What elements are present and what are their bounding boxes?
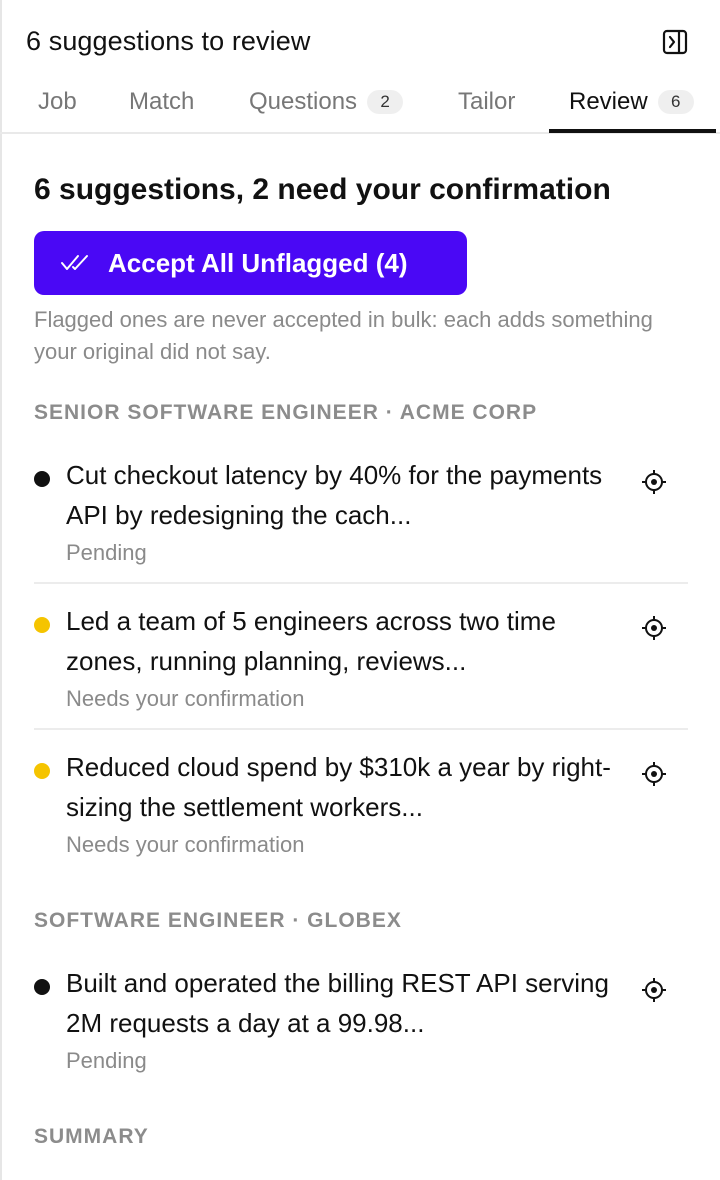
tab-match[interactable]: Match bbox=[129, 72, 194, 132]
tab-label: Review bbox=[569, 88, 648, 115]
section-heading-summary: SUMMARY bbox=[34, 1125, 149, 1148]
locate-crosshair-icon[interactable] bbox=[640, 468, 668, 496]
tab-job[interactable]: Job bbox=[38, 72, 77, 132]
suggestion-status: Needs your confirmation bbox=[66, 686, 305, 711]
locate-crosshair-icon[interactable] bbox=[640, 760, 668, 788]
tab-questions[interactable]: Questions 2 bbox=[249, 72, 404, 132]
tab-count-badge: 2 bbox=[367, 90, 404, 114]
sidebar-collapse-button[interactable] bbox=[660, 27, 690, 57]
tab-label: Match bbox=[129, 88, 195, 115]
suggestion-text: Built and operated the billing REST API … bbox=[66, 968, 609, 1038]
active-tab-indicator bbox=[549, 129, 716, 133]
suggestion-status: Needs your confirmation bbox=[66, 832, 305, 857]
suggestion-status: Pending bbox=[66, 1048, 147, 1073]
suggestion-text: Cut checkout latency by 40% for the paym… bbox=[66, 460, 603, 530]
bulk-accept-note: Flagged ones are never accepted in bulk:… bbox=[34, 307, 653, 364]
status-dot-pending bbox=[34, 471, 50, 487]
tab-review[interactable]: Review 6 bbox=[569, 72, 694, 132]
tab-tailor[interactable]: Tailor bbox=[458, 72, 515, 132]
suggestion-status: Pending bbox=[66, 540, 147, 565]
accept-all-label: Accept All Unflagged (4) bbox=[108, 247, 408, 278]
item-divider bbox=[34, 582, 688, 584]
status-dot-pending bbox=[34, 979, 50, 995]
locate-crosshair-icon[interactable] bbox=[640, 976, 668, 1004]
review-summary-heading: 6 suggestions, 2 need your confirmation bbox=[34, 173, 611, 206]
locate-crosshair-icon[interactable] bbox=[640, 614, 668, 642]
section-heading-acme: SENIOR SOFTWARE ENGINEER · ACME CORP bbox=[34, 401, 538, 424]
tab-label: Job bbox=[38, 88, 77, 115]
status-dot-flagged bbox=[34, 617, 50, 633]
status-dot-flagged bbox=[34, 763, 50, 779]
sidebar-collapse-icon bbox=[662, 29, 688, 55]
suggestion-item[interactable]: Led a team of 5 engineers across two tim… bbox=[34, 601, 688, 721]
suggestion-item[interactable]: Reduced cloud spend by $310k a year by r… bbox=[34, 747, 688, 867]
accept-all-unflagged-button[interactable]: Accept All Unflagged (4) bbox=[34, 231, 467, 295]
double-check-icon bbox=[60, 251, 94, 275]
suggestion-item[interactable]: Built and operated the billing REST API … bbox=[34, 963, 688, 1083]
tab-count-badge: 6 bbox=[657, 90, 694, 114]
suggestion-text: Led a team of 5 engineers across two tim… bbox=[66, 606, 556, 676]
tab-label: Tailor bbox=[458, 88, 516, 115]
panel-header: 6 suggestions to review bbox=[26, 24, 690, 58]
tab-bar: Job Match Questions 2 Tailor Review 6 bbox=[0, 72, 720, 134]
item-divider bbox=[34, 728, 688, 730]
section-heading-globex: SOFTWARE ENGINEER · GLOBEX bbox=[34, 909, 402, 932]
panel-left-border bbox=[0, 0, 2, 1180]
tab-label: Questions bbox=[249, 88, 358, 115]
suggestion-text: Reduced cloud spend by $310k a year by r… bbox=[66, 752, 611, 822]
panel-title: 6 suggestions to review bbox=[26, 26, 311, 56]
suggestion-item[interactable]: Cut checkout latency by 40% for the paym… bbox=[34, 455, 688, 575]
